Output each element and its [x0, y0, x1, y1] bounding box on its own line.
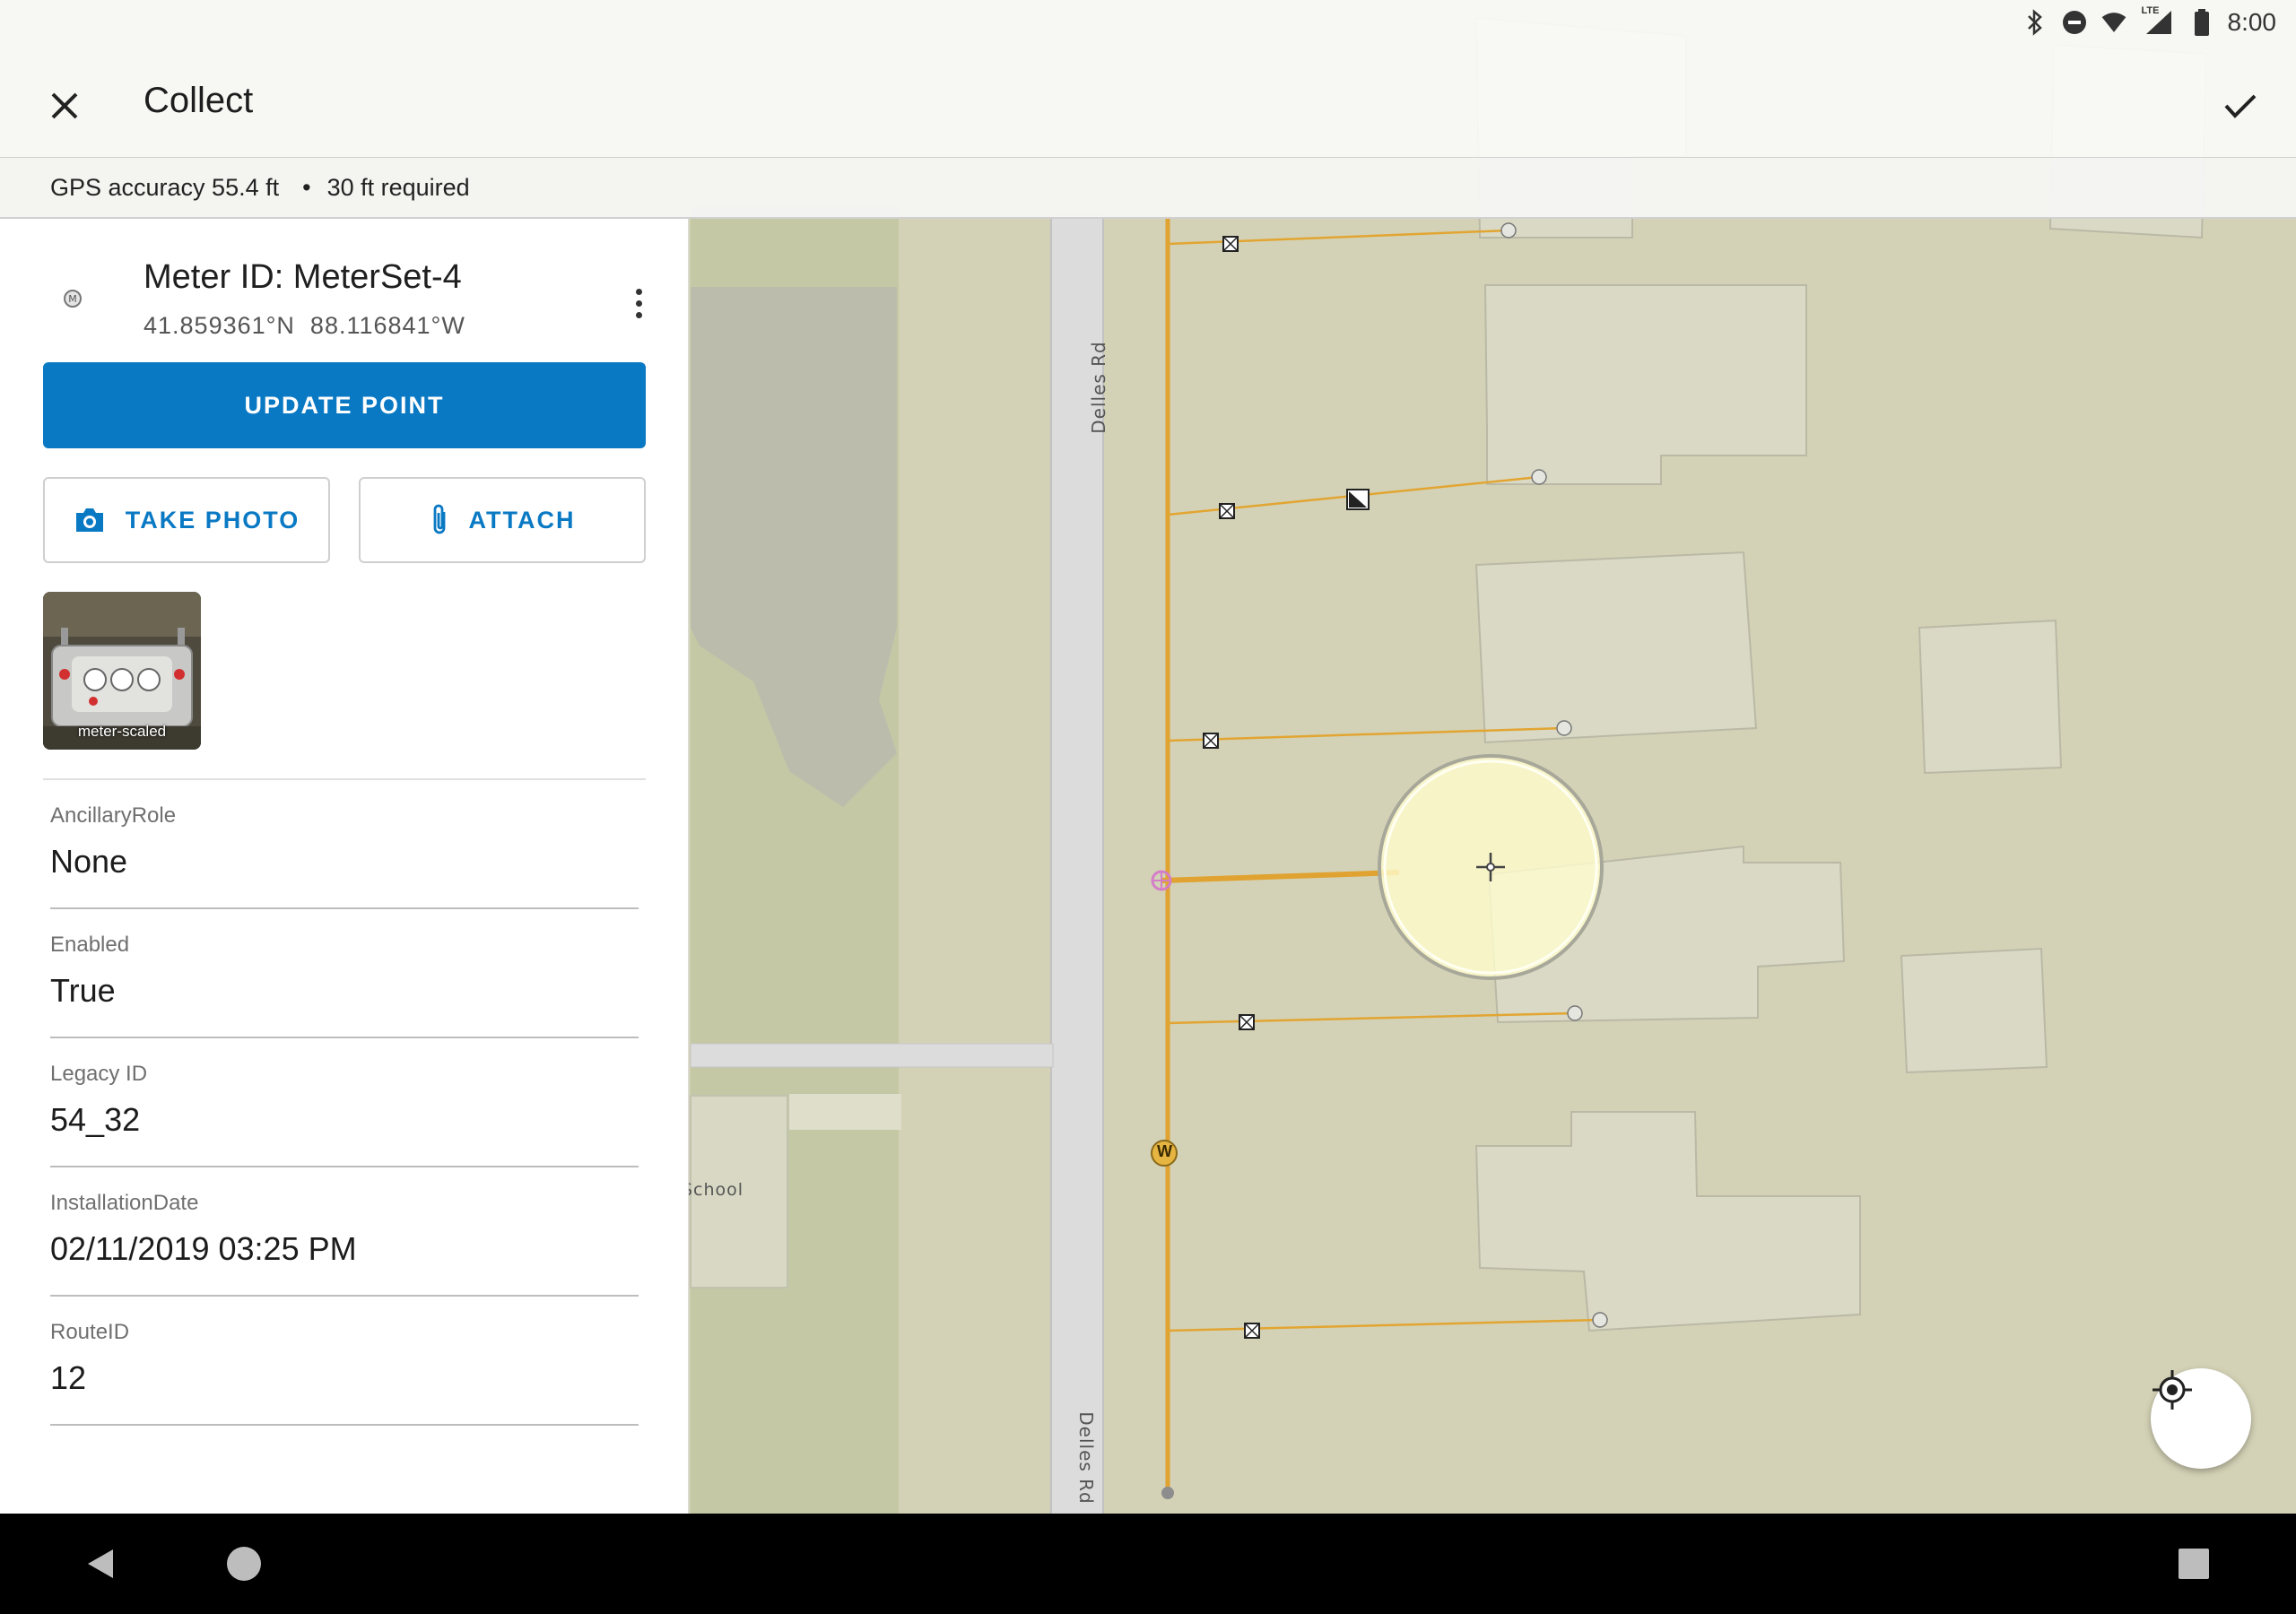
cell-signal-icon: LTE — [2140, 5, 2176, 36]
field-label: InstallationDate — [50, 1191, 199, 1215]
do-not-disturb-icon — [2061, 9, 2088, 36]
close-button[interactable] — [39, 81, 90, 131]
back-triangle-icon — [88, 1549, 113, 1578]
feature-title: Meter ID: MeterSet-4 — [144, 258, 462, 296]
checkmark-icon — [2224, 94, 2257, 118]
field-label: Legacy ID — [50, 1062, 148, 1086]
feature-coordinates: 41.859361°N 88.116841°W — [144, 312, 465, 339]
field-value: 02/11/2019 03:25 PM — [50, 1230, 357, 1267]
system-nav-bar — [0, 1514, 2296, 1614]
school-annex — [789, 1094, 901, 1130]
network-type-label: LTE — [2141, 5, 2160, 16]
camera-icon — [75, 508, 103, 532]
field-label: RouteID — [50, 1320, 130, 1344]
more-vert-icon — [635, 288, 642, 295]
more-options-button[interactable] — [621, 278, 657, 328]
my-location-icon — [2152, 1370, 2192, 1410]
meter-point-icon: M — [64, 290, 82, 308]
field-underline — [50, 1424, 639, 1426]
attachment-thumbnail[interactable]: meter-scaled — [43, 592, 201, 750]
field-value: 12 — [50, 1359, 87, 1396]
gps-accuracy-bar: GPS accuracy 55.4 ft • 30 ft required — [0, 158, 2296, 219]
paperclip-icon — [433, 504, 445, 534]
close-icon — [51, 92, 78, 119]
svg-text:M: M — [68, 293, 77, 305]
attach-button[interactable]: ATTACH — [359, 477, 646, 563]
field-ancillary-role[interactable]: AncillaryRole None — [50, 780, 639, 909]
gps-required-text: 30 ft required — [326, 173, 470, 201]
done-button[interactable] — [2215, 81, 2266, 131]
road-label-bottom: Delles Rd — [1075, 1411, 1097, 1505]
line-end — [1161, 1487, 1174, 1499]
app-bar: Collect — [0, 0, 2296, 158]
status-time: 8:00 — [2227, 8, 2277, 36]
well-marker-label: W — [1157, 1142, 1172, 1160]
home-circle-icon — [227, 1547, 261, 1581]
valve-markers — [1203, 236, 1260, 1339]
bluetooth-icon — [2022, 9, 2048, 36]
gps-separator: • — [302, 173, 311, 201]
update-point-button[interactable]: UPDATE POINT — [43, 362, 646, 448]
nav-home-button[interactable] — [215, 1535, 273, 1592]
field-installation-date[interactable]: InstallationDate 02/11/2019 03:25 PM — [50, 1167, 639, 1297]
nav-recents-button[interactable] — [2165, 1535, 2222, 1592]
field-value: 54_32 — [50, 1101, 141, 1138]
field-label: AncillaryRole — [50, 803, 177, 828]
take-photo-button[interactable]: TAKE PHOTO — [43, 477, 330, 563]
field-enabled[interactable]: Enabled True — [50, 909, 639, 1038]
road-label-top: Delles Rd — [1088, 341, 1109, 434]
field-value: True — [50, 972, 116, 1009]
nav-back-button[interactable] — [72, 1535, 129, 1592]
valve-crosses — [1203, 236, 1260, 1339]
feature-panel: M Meter ID: MeterSet-4 41.859361°N 88.11… — [0, 219, 689, 1514]
school-label: School — [682, 1180, 744, 1200]
take-photo-label: TAKE PHOTO — [125, 506, 300, 534]
field-label: Enabled — [50, 933, 130, 957]
gps-accuracy-text: GPS accuracy 55.4 ft — [50, 173, 280, 201]
battery-icon — [2188, 9, 2215, 36]
field-route-id[interactable]: RouteID 12 — [50, 1297, 639, 1426]
field-value: None — [50, 843, 128, 880]
side-street — [690, 1043, 1054, 1068]
field-legacy-id[interactable]: Legacy ID 54_32 — [50, 1038, 639, 1167]
locate-button[interactable] — [2151, 1368, 2251, 1469]
active-service-line — [1161, 870, 1400, 883]
status-bar: LTE 8:00 — [2022, 0, 2296, 45]
wifi-icon — [2100, 9, 2127, 36]
app-bar-row: Collect — [0, 45, 2296, 158]
page-title: Collect — [144, 81, 254, 120]
attachment-name: meter-scaled — [77, 723, 167, 740]
recents-square-icon — [2179, 1549, 2209, 1579]
attach-label: ATTACH — [468, 506, 576, 534]
